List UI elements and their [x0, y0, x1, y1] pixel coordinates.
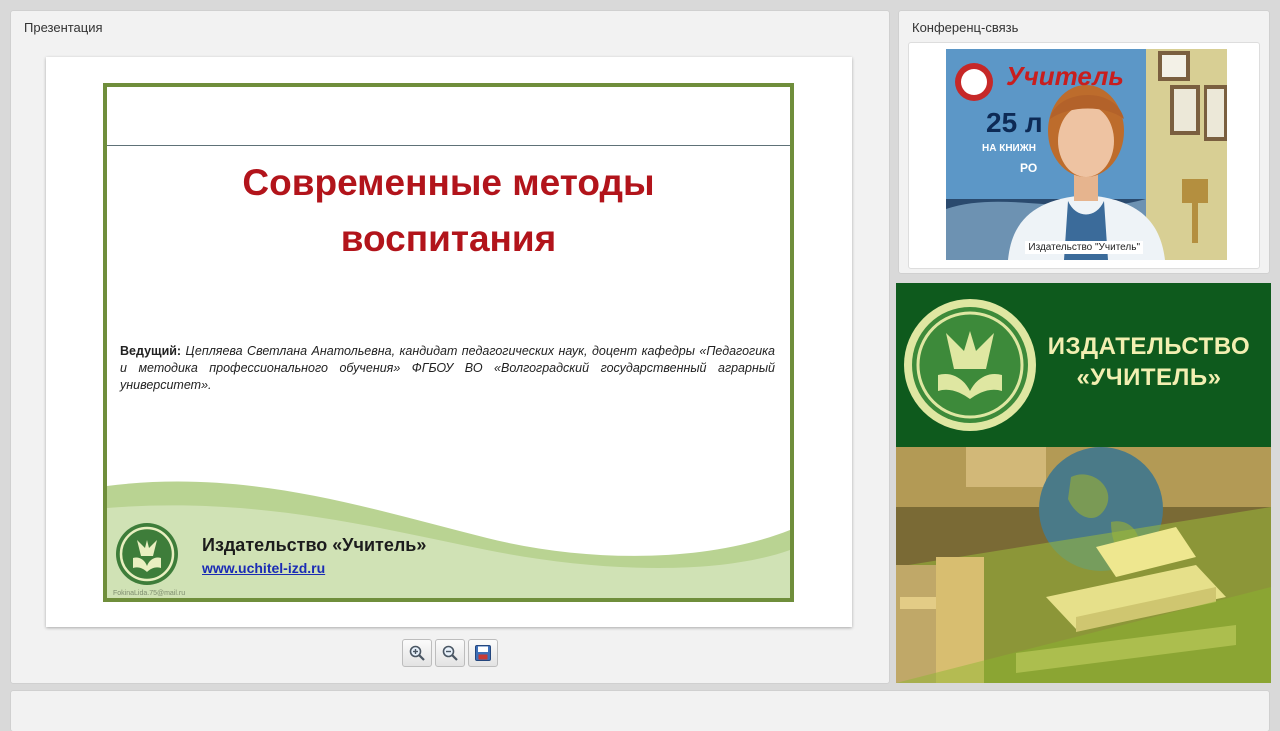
video-caption: Издательство "Учитель"	[1025, 241, 1143, 254]
slide-header-rule	[107, 145, 790, 146]
slide-title: Современные методы воспитания	[107, 155, 790, 267]
slide-publisher-name: Издательство «Учитель»	[202, 535, 427, 555]
zoom-in-icon	[409, 645, 425, 661]
conference-panel: Конференц-связь Учитель 25 л НА КНИЖН РО…	[899, 11, 1269, 273]
poster-number-text: 25 л	[986, 107, 1043, 138]
poster-brand-text: Учитель	[1006, 61, 1124, 91]
poster-tail-text: РО	[1020, 161, 1038, 175]
webcam-video[interactable]: Учитель 25 л НА КНИЖН РО Издательство "У…	[946, 49, 1227, 260]
slide-title-line-1: Современные методы	[242, 162, 655, 203]
banner-name-line-1: ИЗДАТЕЛЬСТВО	[1047, 333, 1251, 360]
presenter-description: Цепляева Светлана Анатольевна, кандидат …	[120, 344, 775, 392]
poster-line-text: НА КНИЖН	[982, 143, 1036, 154]
banner-header: ИЗДАТЕЛЬСТВО «УЧИТЕЛЬ»	[896, 283, 1271, 447]
zoom-out-button[interactable]	[435, 639, 465, 667]
conference-panel-title: Конференц-связь	[912, 20, 1019, 35]
publisher-banner: ИЗДАТЕЛЬСТВО «УЧИТЕЛЬ»	[896, 283, 1271, 683]
slide-footer-wave	[107, 481, 790, 598]
slide-presenter-info: Ведущий: Цепляева Светлана Анатольевна, …	[120, 343, 775, 394]
save-button[interactable]	[468, 639, 498, 667]
slide-watermark: FokinaLida.75@mail.ru	[113, 590, 186, 597]
presenter-label: Ведущий:	[120, 344, 182, 358]
presentation-panel-title: Презентация	[24, 20, 103, 35]
banner-name-line-2: «УЧИТЕЛЬ»	[1076, 364, 1222, 391]
slide-viewer[interactable]: Современные методы воспитания Ведущий: Ц…	[46, 57, 852, 627]
presentation-slide: Современные методы воспитания Ведущий: Ц…	[103, 83, 794, 602]
slide-website-link[interactable]: www.uchitel-izd.ru	[202, 560, 325, 576]
bottom-panel	[11, 691, 1269, 731]
publisher-logo-icon	[904, 299, 1036, 431]
save-icon	[475, 645, 491, 661]
presentation-panel: Презентация Современные методы воспитани…	[11, 11, 889, 683]
slide-logo-icon	[116, 523, 178, 585]
video-container: Учитель 25 л НА КНИЖН РО Издательство "У…	[908, 42, 1260, 269]
banner-publisher-name: ИЗДАТЕЛЬСТВО «УЧИТЕЛЬ»	[1034, 331, 1264, 393]
zoom-in-button[interactable]	[402, 639, 432, 667]
zoom-out-icon	[442, 645, 458, 661]
slide-title-line-2: воспитания	[340, 218, 557, 259]
banner-books-image	[896, 447, 1271, 683]
